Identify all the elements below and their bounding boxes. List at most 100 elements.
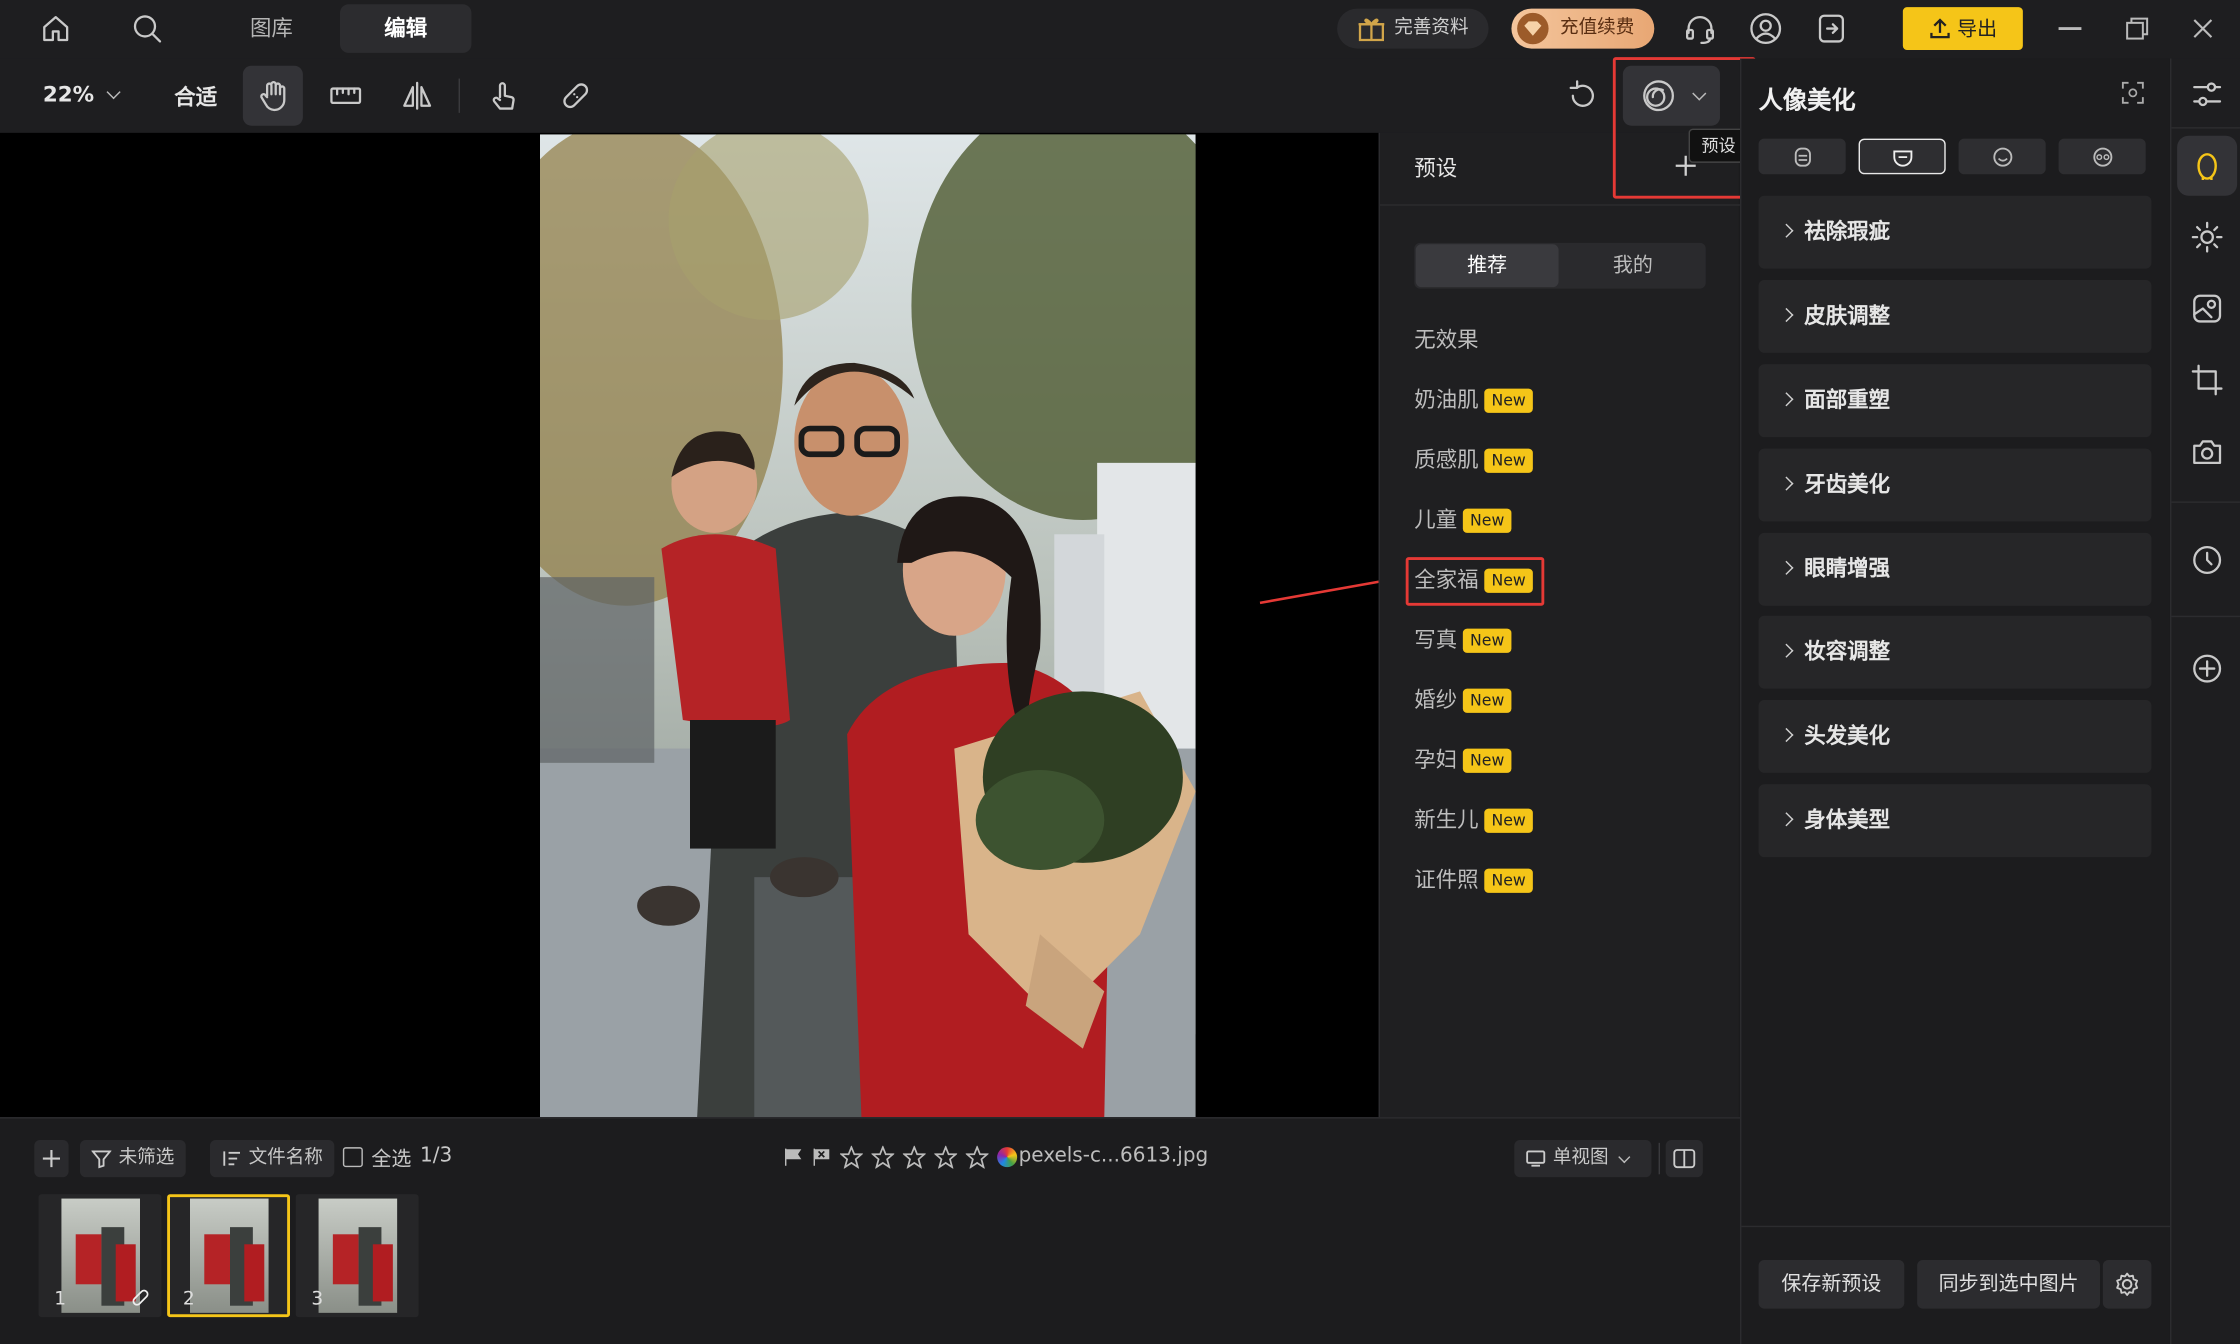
preset-item-label: 奶油肌 [1414,387,1479,413]
thumbnail-index: 3 [311,1288,324,1310]
face-scan-icon[interactable] [2121,81,2144,104]
tab-edit[interactable]: 编辑 [339,4,472,53]
vip-recharge-label: 充值续费 [1559,17,1635,39]
zoom-select[interactable]: 22% [43,81,121,107]
section-makeup-adjust[interactable]: 妆容调整 [1758,615,2152,689]
preset-item-none[interactable]: 无效果 [1414,326,1478,355]
user-icon[interactable] [1749,11,1783,45]
view-mode-label: 单视图 [1552,1147,1609,1169]
sync-to-selected-button[interactable]: 同步到选中图片 [1917,1259,2100,1309]
highlight-box-family-preset [1405,557,1545,606]
section-teeth-beautify[interactable]: 牙齿美化 [1758,448,2152,522]
filter-label: 未筛选 [118,1147,175,1169]
rail-divider [2171,615,2240,618]
mirror-flip-icon[interactable] [387,66,447,126]
preset-item-label: 无效果 [1414,327,1479,353]
section-eye-enhance[interactable]: 眼睛增强 [1758,532,2152,606]
gift-icon [1358,18,1385,42]
sort-button[interactable]: 文件名称 [209,1139,335,1178]
photo-preview[interactable] [539,134,1196,1118]
color-label-icon[interactable] [997,1147,1018,1168]
star-icon[interactable] [871,1145,895,1169]
seg-smile[interactable] [1958,138,2046,175]
preset-item-label: 儿童 [1414,507,1458,533]
preset-item-label: 质感肌 [1414,447,1479,473]
section-blemish-removal[interactable]: 祛除瑕疵 [1758,195,2152,269]
home-icon[interactable] [39,11,73,45]
preset-item-children[interactable]: 儿童 New [1414,506,1512,535]
section-face-reshape[interactable]: 面部重塑 [1758,364,2152,438]
brightness-sun-icon[interactable] [2177,207,2237,267]
restore-icon[interactable] [2126,17,2149,40]
ruler-icon[interactable] [316,66,376,126]
tab-mine[interactable]: 我的 [1561,244,1704,287]
select-all-label[interactable]: 全选 [371,1144,411,1173]
select-all-checkbox[interactable] [342,1147,363,1168]
image-effects-icon[interactable] [2177,279,2237,339]
reset-icon[interactable] [1553,66,1613,126]
seg-face-mask[interactable] [1758,138,1846,175]
star-icon[interactable] [902,1145,926,1169]
preset-item-label: 证件照 [1414,867,1479,893]
preset-item-label: 写真 [1414,627,1458,653]
chevron-down-icon [106,84,121,99]
seg-eye-mask[interactable] [2058,138,2146,175]
view-divider [1658,1142,1660,1175]
face-mask-icon [1794,146,1811,166]
star-icon[interactable] [934,1145,958,1169]
filter-button[interactable]: 未筛选 [79,1139,186,1178]
chevron-down-icon [1618,1150,1631,1163]
preset-item-id-photo[interactable]: 证件照 New [1414,866,1533,895]
preset-item-cream-skin[interactable]: 奶油肌 New [1414,386,1533,415]
thumbnail[interactable]: 1 [38,1194,162,1318]
preset-item-wedding[interactable]: 婚纱 New [1414,686,1512,715]
touch-point-icon[interactable] [473,66,533,126]
section-skin-adjust[interactable]: 皮肤调整 [1758,279,2152,353]
panel-title: 人像美化 [1758,87,1856,116]
adjust-sliders-icon[interactable] [2177,64,2237,124]
preset-item-newborn[interactable]: 新生儿 New [1414,806,1533,835]
complete-profile-button[interactable]: 完善资料 [1337,8,1489,49]
preset-item-texture-skin[interactable]: 质感肌 New [1414,446,1533,475]
history-clock-icon[interactable] [2177,530,2237,590]
preset-item-portrait[interactable]: 写真 New [1414,626,1512,655]
vip-recharge-button[interactable]: 充值续费 [1511,8,1655,49]
share-out-icon[interactable] [1814,11,1848,45]
fit-button[interactable]: 合适 [174,81,217,111]
export-button[interactable]: 导出 [1902,7,2023,50]
preset-item-maternity[interactable]: 孕妇 New [1414,746,1512,775]
selection-count: 1/3 [419,1144,453,1168]
tab-recommended[interactable]: 推荐 [1415,244,1559,288]
add-photo-icon[interactable] [34,1139,69,1178]
star-icon[interactable] [965,1145,989,1169]
section-body-shape[interactable]: 身体美型 [1758,784,2152,858]
view-mode-select[interactable]: 单视图 [1514,1139,1652,1178]
toolbar-divider [458,78,460,113]
hand-tool-icon[interactable] [242,65,303,126]
export-label: 导出 [1957,18,1998,42]
add-circle-icon[interactable] [2177,639,2237,699]
section-hair-beautify[interactable]: 头发美化 [1758,699,2152,773]
portrait-face-icon[interactable] [2177,135,2238,196]
tab-library[interactable]: 图库 [214,4,328,53]
thumbnail-selected[interactable]: 2 [167,1194,290,1318]
save-preset-button[interactable]: 保存新预设 [1758,1259,1905,1309]
crop-icon[interactable] [2177,350,2237,410]
close-icon[interactable] [2191,17,2214,40]
star-icon[interactable] [839,1145,863,1169]
filter-icon [91,1150,112,1169]
thumbnail[interactable]: 3 [295,1194,419,1318]
camera-icon[interactable] [2177,421,2237,481]
bandage-heal-icon[interactable] [546,66,606,126]
compare-split-icon[interactable] [1665,1139,1703,1178]
preset-item-label: 新生儿 [1414,807,1479,833]
settings-gear-icon[interactable] [2102,1259,2152,1309]
minimize-icon[interactable] [2058,27,2082,30]
search-icon[interactable] [130,11,164,45]
new-badge: New [1462,687,1512,713]
headset-icon[interactable] [1683,11,1717,45]
reject-flag-icon[interactable] [811,1147,831,1167]
flag-icon[interactable] [783,1147,803,1167]
seg-face-shape[interactable] [1858,138,1946,175]
new-badge: New [1462,507,1512,533]
